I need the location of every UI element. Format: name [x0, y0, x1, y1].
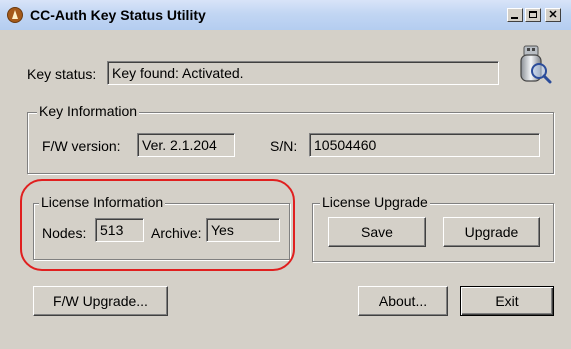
fw-version-field: Ver. 2.1.204 — [137, 133, 235, 157]
exit-button[interactable]: Exit — [460, 286, 554, 316]
key-status-field: Key found: Activated. — [107, 61, 499, 85]
usb-key-magnifier-icon — [520, 45, 552, 84]
upgrade-button[interactable]: Upgrade — [443, 217, 540, 247]
fw-version-label: F/W version: — [42, 138, 121, 154]
minimize-button[interactable] — [507, 8, 523, 22]
archive-label: Archive: — [151, 225, 202, 241]
key-status-label: Key status: — [27, 66, 97, 82]
archive-field: Yes — [206, 218, 280, 242]
license-upgrade-title: License Upgrade — [320, 194, 430, 210]
app-logo-icon — [7, 7, 23, 23]
about-button[interactable]: About... — [358, 286, 448, 316]
license-information-title: License Information — [39, 194, 166, 210]
key-information-title: Key Information — [37, 103, 140, 119]
save-button[interactable]: Save — [328, 217, 426, 247]
fw-upgrade-button[interactable]: F/W Upgrade... — [33, 286, 168, 316]
window-title: CC-Auth Key Status Utility — [30, 7, 206, 23]
nodes-field: 513 — [95, 218, 144, 242]
title-bar[interactable]: CC-Auth Key Status Utility — [0, 0, 571, 30]
serial-number-field: 10504460 — [309, 133, 540, 157]
serial-number-label: S/N: — [270, 138, 298, 154]
nodes-label: Nodes: — [42, 225, 87, 241]
maximize-button[interactable] — [525, 8, 541, 22]
close-button[interactable] — [545, 8, 561, 22]
key-status-window: CC-Auth Key Status Utility Key status: K… — [0, 0, 571, 349]
